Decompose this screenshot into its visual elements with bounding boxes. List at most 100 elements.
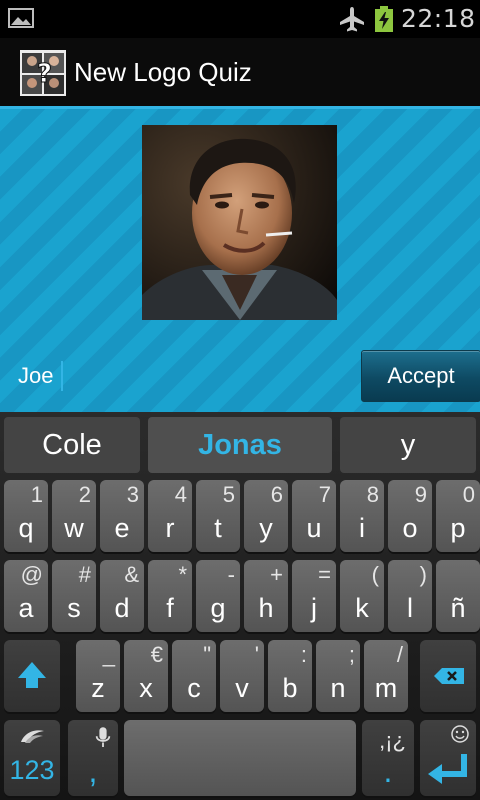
key-secondary-label: @ (20, 562, 43, 587)
key-secondary-label: 9 (414, 482, 427, 507)
key-p[interactable]: 0p (436, 480, 480, 552)
key-secondary-label: 8 (366, 482, 379, 507)
numbers-key-label: 123 (9, 755, 55, 785)
key-a[interactable]: @ a (4, 560, 48, 632)
key-secondary-label: 5 (222, 482, 235, 507)
key-m[interactable]: / m (364, 640, 408, 712)
key-primary-label: e (114, 513, 130, 543)
key-primary-label: j (311, 593, 317, 623)
key-secondary-label: ' (254, 642, 259, 667)
shift-arrow-icon (18, 662, 46, 688)
key-r[interactable]: 4r (148, 480, 192, 552)
key-secondary-label: - (227, 562, 235, 587)
key-x[interactable]: € x (124, 640, 168, 712)
text-cursor (61, 361, 63, 391)
key-primary-label: f (166, 593, 174, 623)
key-z[interactable]: _ z (76, 640, 120, 712)
key-secondary-label: ( (371, 562, 379, 587)
numbers-key[interactable]: 123 (4, 720, 60, 796)
key-secondary-label: ; (348, 642, 355, 667)
app-logo-icon[interactable]: ? (20, 50, 66, 96)
key-primary-label: o (402, 513, 418, 543)
key-t[interactable]: 5t (196, 480, 240, 552)
key-y[interactable]: 6y (244, 480, 288, 552)
status-bar: 22:18 (0, 0, 480, 38)
key-secondary-label: 6 (270, 482, 283, 507)
key-i[interactable]: 8i (340, 480, 384, 552)
key-primary-label: l (407, 593, 413, 623)
image-icon (8, 8, 34, 28)
key-primary-label: m (374, 673, 398, 703)
key-h[interactable]: + h (244, 560, 288, 632)
key-primary-label: ñ (450, 593, 466, 623)
clock-time: 22:18 (401, 4, 476, 33)
key-primary-label: t (214, 513, 222, 543)
key-w[interactable]: 2w (52, 480, 96, 552)
key-l[interactable]: ) l (388, 560, 432, 632)
app-title: New Logo Quiz (74, 57, 252, 87)
key-v[interactable]: ' v (220, 640, 264, 712)
key-o[interactable]: 9o (388, 480, 432, 552)
key-primary-label: u (306, 513, 322, 543)
suggestion-center[interactable]: Jonas (148, 417, 332, 473)
key-secondary-label: * (178, 562, 187, 587)
key-primary-label: y (259, 513, 273, 543)
key-secondary-label: + (270, 562, 283, 587)
key-secondary-label: 0 (462, 482, 475, 507)
key-f[interactable]: * f (148, 560, 192, 632)
punctuation-hint: ,¡¿ (379, 728, 406, 753)
key-n-tilde[interactable]: ñ (436, 560, 480, 632)
suggestion-left[interactable]: Cole (4, 417, 140, 473)
key-primary-label: n (330, 673, 346, 703)
key-e[interactable]: 3e (100, 480, 144, 552)
key-secondary-label: # (78, 562, 91, 587)
key-primary-label: c (187, 673, 201, 703)
svg-text:?: ? (37, 59, 52, 89)
backspace-icon (434, 668, 464, 684)
enter-key[interactable] (420, 720, 476, 796)
key-primary-label: k (355, 593, 369, 623)
key-secondary-label: 1 (30, 482, 43, 507)
key-primary-label: d (114, 593, 130, 623)
backspace-key[interactable] (420, 640, 476, 712)
key-primary-label: h (258, 593, 274, 623)
battery-charging-icon (375, 6, 393, 32)
microphone-icon (95, 727, 111, 747)
accept-button[interactable]: Accept (361, 350, 480, 402)
period-key[interactable]: ,¡¿ . (362, 720, 414, 796)
key-secondary-label: 3 (126, 482, 139, 507)
answer-input[interactable] (14, 359, 352, 393)
key-s[interactable]: # s (52, 560, 96, 632)
airplane-mode-icon (340, 7, 364, 32)
comma-label: , (88, 753, 98, 789)
quiz-photo (142, 125, 337, 320)
key-c[interactable]: " c (172, 640, 216, 712)
key-k[interactable]: (k (340, 560, 384, 632)
key-secondary-label: : (300, 642, 307, 667)
key-primary-label: w (64, 513, 84, 543)
swiftkey-logo-icon (21, 730, 44, 743)
quiz-area: Accept (0, 109, 480, 412)
portrait-image (142, 125, 337, 320)
comma-key[interactable]: , (68, 720, 118, 796)
key-b[interactable]: :b (268, 640, 312, 712)
shift-key[interactable] (4, 640, 60, 712)
period-label: . (383, 753, 393, 789)
suggestion-right[interactable]: y (340, 417, 476, 473)
key-secondary-label: = (318, 562, 331, 587)
action-bar: ? New Logo Quiz (0, 38, 480, 109)
spacebar[interactable] (124, 720, 356, 796)
key-primary-label: r (165, 513, 175, 543)
enter-arrow-icon (428, 754, 467, 784)
key-d[interactable]: & d (100, 560, 144, 632)
key-primary-label: b (282, 673, 298, 703)
key-n[interactable]: ; n (316, 640, 360, 712)
key-g[interactable]: -g (196, 560, 240, 632)
key-primary-label: g (210, 593, 226, 623)
key-secondary-label: € (150, 642, 163, 667)
key-q[interactable]: 1q (4, 480, 48, 552)
key-secondary-label: 7 (318, 482, 331, 507)
key-u[interactable]: 7u (292, 480, 336, 552)
key-j[interactable]: = j (292, 560, 336, 632)
soft-keyboard: Cole Jonas y 1q 2w 3e 4r 5t 6y 7u 8i 9o … (0, 412, 480, 800)
